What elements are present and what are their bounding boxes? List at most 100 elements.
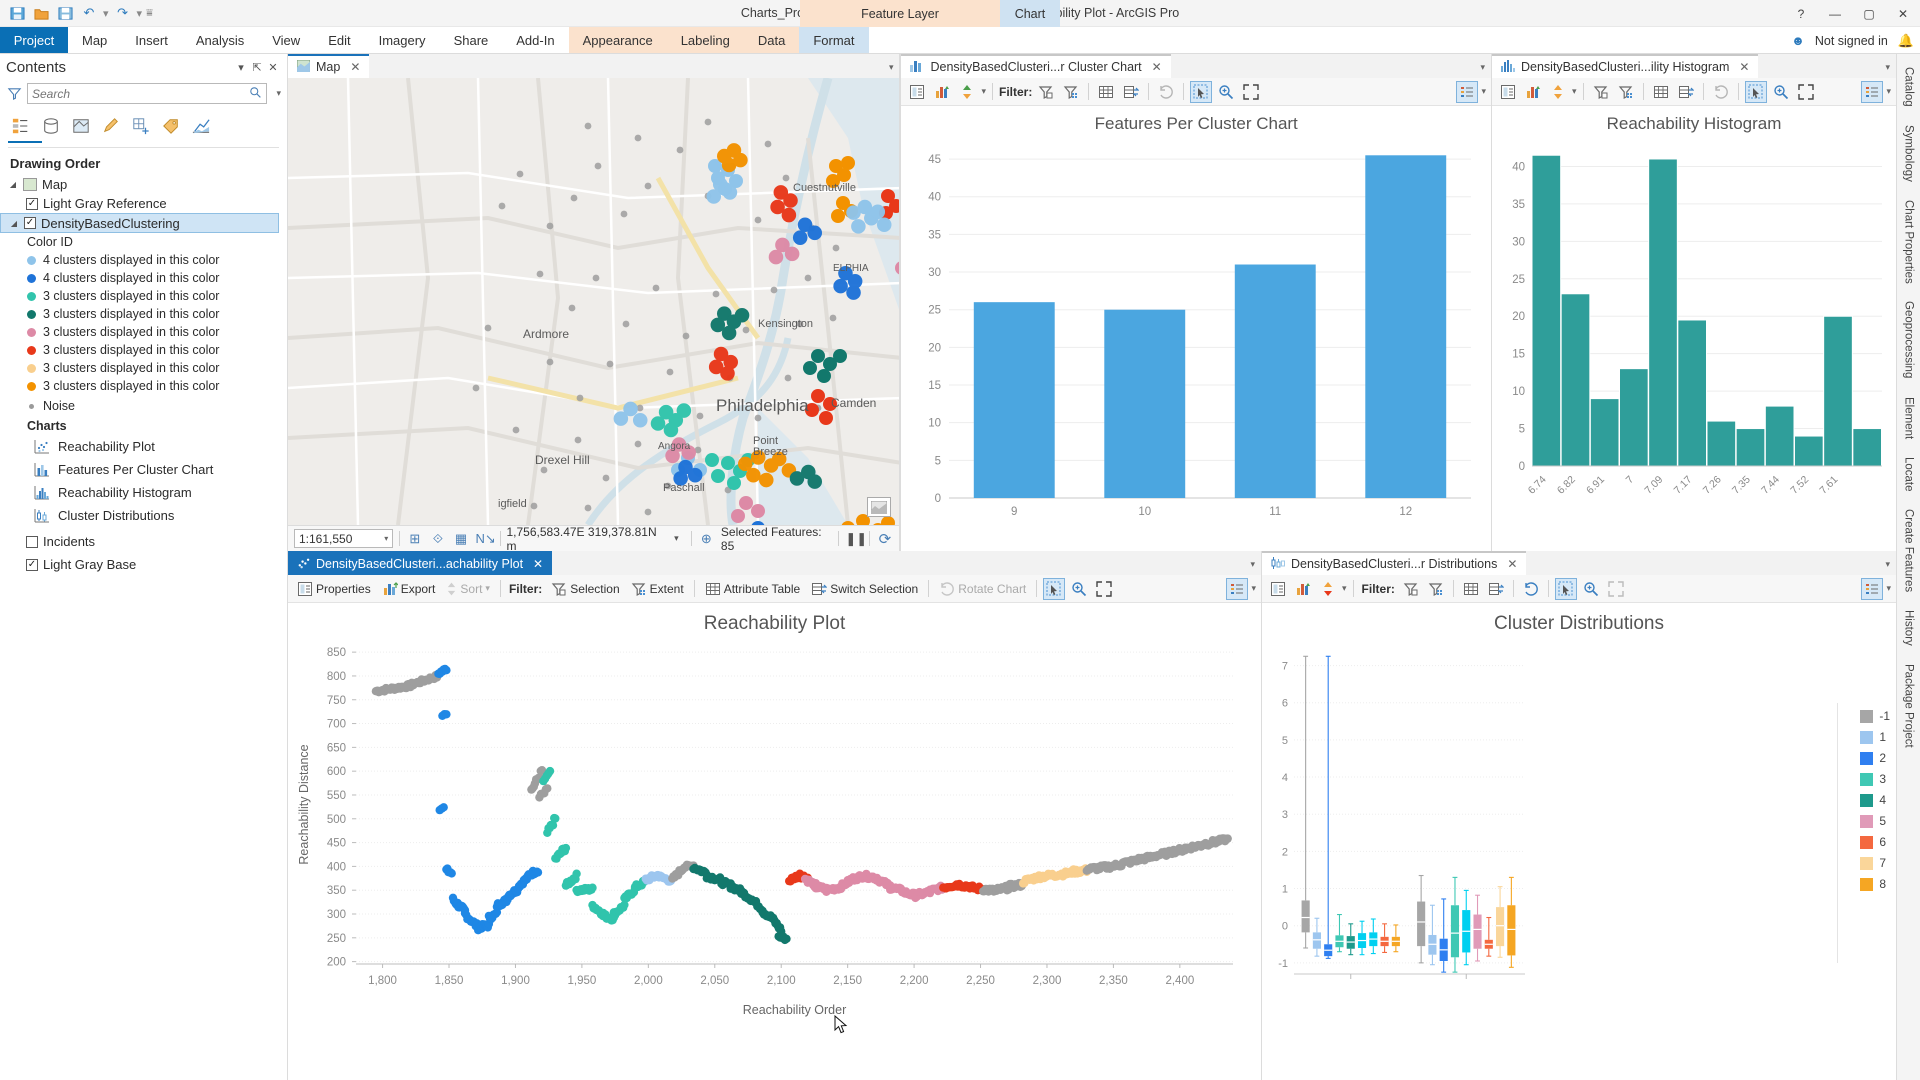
- chevron-down-icon[interactable]: ▾: [1886, 583, 1891, 594]
- tab-reachability-histogram[interactable]: DensityBasedClusteri...ility Histogram ✕: [1492, 54, 1758, 78]
- refresh-icon[interactable]: ⟳: [876, 530, 893, 548]
- chart-type-icon[interactable]: [1292, 578, 1314, 600]
- reachability-plot-area[interactable]: 2002503003504004505005506006507007508008…: [288, 637, 1261, 1080]
- sort-icon[interactable]: [1547, 81, 1569, 103]
- sidebar-item-features-per-cluster-chart[interactable]: Features Per Cluster Chart: [0, 458, 287, 481]
- reachability-histogram-plot[interactable]: 05101520253035406.746.826.9177.097.177.2…: [1492, 136, 1896, 551]
- legend-entry[interactable]: 8: [1860, 877, 1890, 891]
- search-icon[interactable]: [249, 86, 262, 102]
- list-by-editing-icon[interactable]: [98, 113, 124, 139]
- ribbon-tab-project[interactable]: Project: [0, 27, 68, 53]
- chevron-down-icon[interactable]: ▾: [1342, 583, 1347, 594]
- distributions-tabstrip[interactable]: DensityBasedClusteri...r Distributions ✕…: [1262, 551, 1896, 575]
- close-icon[interactable]: ✕: [533, 557, 543, 571]
- sort-icon[interactable]: [956, 81, 978, 103]
- map-view[interactable]: PhiladelphiaCamdenPennsaukenCherry HillA…: [288, 78, 899, 525]
- attribute-table-icon[interactable]: [1460, 578, 1482, 600]
- list-by-data-source-icon[interactable]: [38, 113, 64, 139]
- full-extent-icon[interactable]: [1093, 578, 1115, 600]
- grid-icon[interactable]: ▦: [452, 531, 469, 547]
- save-as-icon[interactable]: [54, 2, 76, 24]
- ribbon-tab-map[interactable]: Map: [68, 27, 121, 53]
- legend-entry[interactable]: -1: [1860, 709, 1890, 723]
- filter-extent-button[interactable]: Extent: [627, 578, 688, 600]
- cluster-chart-toolbar[interactable]: ▾ Filter:: [901, 78, 1491, 106]
- close-icon[interactable]: ✕: [1739, 60, 1749, 74]
- maximize-icon[interactable]: ▢: [1852, 0, 1886, 27]
- properties-icon[interactable]: [1267, 578, 1289, 600]
- switch-selection-icon[interactable]: [1485, 578, 1507, 600]
- list-item[interactable]: 3 clusters displayed in this color: [0, 341, 287, 359]
- sidebar-item-incidents[interactable]: Incidents: [0, 532, 287, 551]
- select-mode-icon[interactable]: [1555, 578, 1577, 600]
- dock-tab-symbology[interactable]: Symbology: [1903, 118, 1915, 189]
- chevron-down-icon[interactable]: ▾: [668, 533, 685, 544]
- legend-icon[interactable]: [1456, 81, 1478, 103]
- search-input[interactable]: [27, 83, 267, 104]
- cluster-chart-tabstrip[interactable]: DensityBasedClusteri...r Cluster Chart ✕…: [901, 54, 1491, 78]
- ribbon-tab-labeling[interactable]: Labeling: [667, 27, 744, 53]
- chevron-down-icon[interactable]: ▾: [981, 86, 986, 97]
- map-tabstrip[interactable]: Map ✕ ▾: [288, 54, 899, 78]
- filter-icon[interactable]: [6, 86, 22, 102]
- go-to-xy-icon[interactable]: ⟐: [429, 531, 446, 547]
- ribbon-tab-view[interactable]: View: [258, 27, 314, 53]
- contents-tree[interactable]: ◢ Map ✓ Light Gray Reference ◢ ✓ Density…: [0, 175, 287, 574]
- switch-selection-icon[interactable]: [1675, 81, 1697, 103]
- close-pane-icon[interactable]: ✕: [265, 61, 281, 74]
- legend-entry[interactable]: 1: [1860, 730, 1890, 744]
- export-button[interactable]: Export: [378, 578, 440, 600]
- legend-icon[interactable]: [1861, 578, 1883, 600]
- ribbon-tab-analysis[interactable]: Analysis: [182, 27, 258, 53]
- chevron-down-icon[interactable]: ▾: [1885, 62, 1890, 73]
- reachability-tabstrip[interactable]: DensityBasedClusteri...achability Plot ✕…: [288, 551, 1261, 575]
- minimize-icon[interactable]: —: [1818, 0, 1852, 27]
- ribbon-tab-share[interactable]: Share: [440, 27, 503, 53]
- list-by-selection-icon[interactable]: [68, 113, 94, 139]
- ribbon-tab-format[interactable]: Format: [799, 27, 868, 53]
- save-project-icon[interactable]: [6, 2, 28, 24]
- list-item[interactable]: 3 clusters displayed in this color: [0, 323, 287, 341]
- properties-button[interactable]: Properties: [293, 578, 375, 600]
- ribbon-tab-insert[interactable]: Insert: [121, 27, 182, 53]
- reachability-toolbar[interactable]: Properties Export Sort ▾ Filter:: [288, 575, 1261, 603]
- legend-entry[interactable]: 3: [1860, 772, 1890, 786]
- list-item[interactable]: 3 clusters displayed in this color: [0, 377, 287, 395]
- list-by-charts-icon[interactable]: [188, 113, 214, 139]
- window-controls[interactable]: ? — ▢ ✕: [1784, 0, 1920, 27]
- dock-tab-geoprocessing[interactable]: Geoprocessing: [1903, 294, 1915, 385]
- legend-entry[interactable]: 5: [1860, 814, 1890, 828]
- ribbon-tab-appearance[interactable]: Appearance: [569, 27, 667, 53]
- chart-type-icon[interactable]: [1522, 81, 1544, 103]
- filter-selection-button[interactable]: Selection: [547, 578, 623, 600]
- filter-selection-icon[interactable]: [1400, 578, 1422, 600]
- expand-arrow-icon[interactable]: ◢: [9, 219, 19, 228]
- chevron-down-icon[interactable]: ▾: [1250, 559, 1255, 570]
- right-dock[interactable]: Catalog Symbology Chart Properties Geopr…: [1896, 54, 1920, 1080]
- list-item[interactable]: 4 clusters displayed in this color: [0, 269, 287, 287]
- chevron-down-icon[interactable]: ▾: [1885, 559, 1890, 570]
- chevron-down-icon[interactable]: ▾: [889, 62, 894, 73]
- legend-entry[interactable]: 6: [1860, 835, 1890, 849]
- legend-icon[interactable]: [1861, 81, 1883, 103]
- chevron-down-icon[interactable]: ▾: [1480, 62, 1485, 73]
- full-extent-icon[interactable]: [1795, 81, 1817, 103]
- rotate-chart-button[interactable]: Rotate Chart: [935, 578, 1030, 600]
- filter-extent-icon[interactable]: [1615, 81, 1637, 103]
- cluster-distributions-plot[interactable]: -101234567-112345678: [1262, 637, 1896, 1080]
- rotate-chart-icon[interactable]: [1520, 578, 1542, 600]
- filter-selection-icon[interactable]: [1590, 81, 1612, 103]
- switch-selection-icon[interactable]: [1120, 81, 1142, 103]
- sort-icon[interactable]: [1317, 578, 1339, 600]
- sidebar-item-light-gray-reference[interactable]: ✓ Light Gray Reference: [0, 194, 287, 213]
- select-mode-icon[interactable]: [1745, 81, 1767, 103]
- redo-icon[interactable]: ↷: [112, 2, 134, 24]
- histogram-toolbar[interactable]: ▾: [1492, 78, 1896, 106]
- chevron-down-icon[interactable]: ▾: [1481, 86, 1486, 97]
- pause-drawing-icon[interactable]: ❚❚: [845, 531, 863, 547]
- attribute-table-button[interactable]: Attribute Table: [701, 578, 805, 600]
- tree-node-map[interactable]: ◢ Map: [0, 175, 287, 194]
- filter-selection-icon[interactable]: [1035, 81, 1057, 103]
- zoom-mode-icon[interactable]: [1580, 578, 1602, 600]
- dock-tab-catalog[interactable]: Catalog: [1903, 60, 1915, 114]
